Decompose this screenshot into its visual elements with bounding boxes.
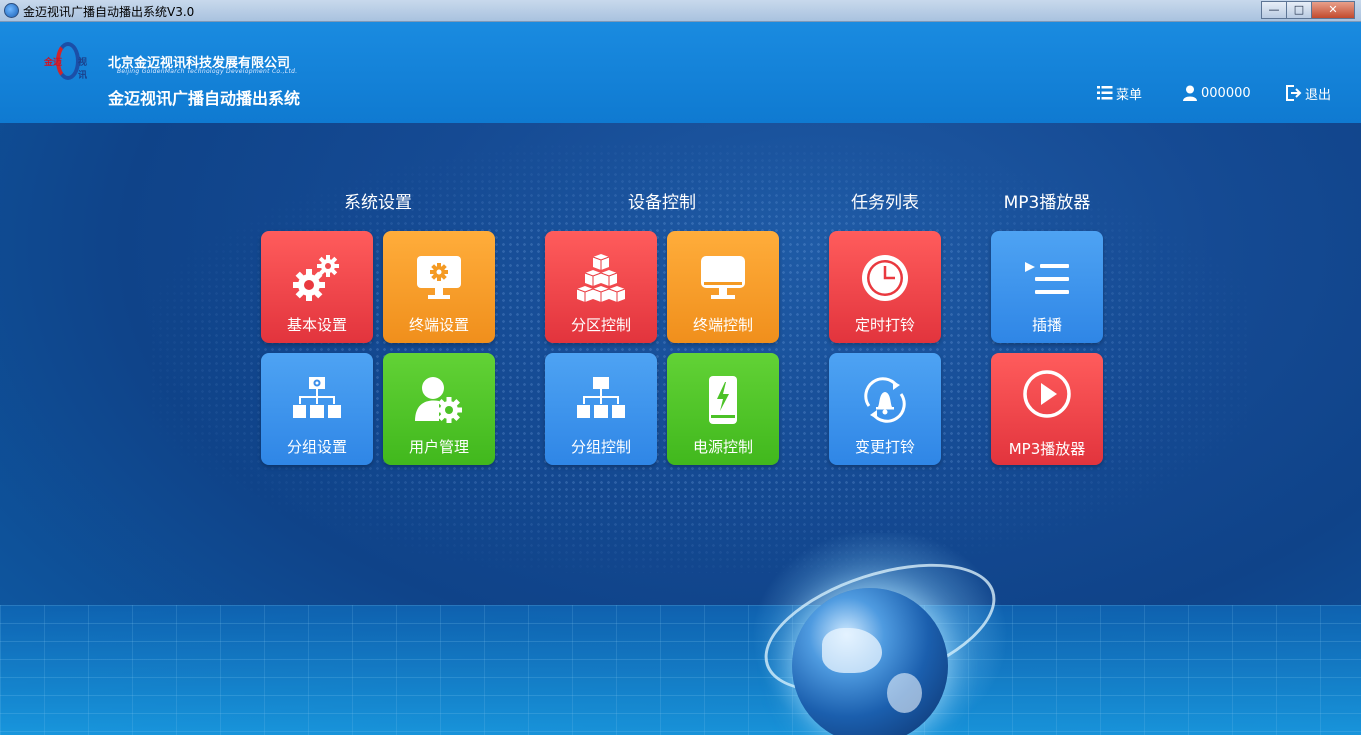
logo-text-left: 金迈 [44,58,63,68]
user-button[interactable]: 000000 [1182,84,1251,102]
tile-terminal-control[interactable]: 终端控制 [667,231,779,343]
globe-land [822,628,882,673]
maximize-button[interactable]: □ [1286,1,1312,19]
window-controls: — □ ✕ [1261,1,1355,19]
app-icon [4,3,19,18]
logout-label: 退出 [1305,87,1332,103]
tile-insert-play[interactable]: 插播 [991,231,1103,343]
playlist-icon [1025,262,1069,294]
app-title: 金迈视讯广播自动播出系统 [108,89,301,108]
tile-change-bell[interactable]: 变更打铃 [829,353,941,465]
main-area: 系统设置 设备控制 任务列表 MP3播放器 基本设置 终端设置 分组设置 用户管… [0,123,1361,735]
user-label: 000000 [1201,85,1251,101]
section-title-mp3-player: MP3播放器 [1003,193,1091,213]
tile-label: 基本设置 [286,316,347,334]
bell-refresh-icon [864,377,906,423]
tile-label: 变更打铃 [854,438,915,456]
clock-icon [862,255,908,301]
logo-text-right: 视讯 [78,58,88,81]
org-chart-icon [577,377,625,418]
globe-land [887,673,922,713]
window-title-bar: 金迈视讯广播自动播出系统V3.0 — □ ✕ [0,0,1361,22]
tile-label: 分组设置 [286,438,347,456]
tile-label: 插播 [1031,316,1062,334]
section-title-system-settings: 系统设置 [344,193,412,213]
minimize-button[interactable]: — [1261,1,1287,19]
play-circle-icon [1023,370,1071,418]
user-icon [1183,85,1197,101]
tile-label: 用户管理 [408,438,469,456]
power-battery-icon [709,376,737,424]
tile-zone-control[interactable]: 分区控制 [545,231,657,343]
logout-button[interactable]: 退出 [1285,84,1332,103]
tile-group-control[interactable]: 分组控制 [545,353,657,465]
tile-label: 电源控制 [692,438,753,456]
user-gear-icon [415,377,462,423]
tile-power-control[interactable]: 电源控制 [667,353,779,465]
menu-button[interactable]: 菜单 [1097,84,1143,103]
tile-label: 定时打铃 [854,316,915,334]
menu-label: 菜单 [1116,87,1143,103]
globe-image [792,588,948,735]
company-name-en: Beijing GoldenMarch Technology Developme… [117,68,298,75]
tile-label: 分组控制 [570,438,631,456]
tile-label: 分区控制 [570,316,631,334]
boxes-icon [576,254,626,302]
tile-scheduled-bell[interactable]: 定时打铃 [829,231,941,343]
tile-mp3-player[interactable]: MP3播放器 [991,353,1103,465]
org-chart-gear-icon [293,377,341,418]
grid-floor-background [0,605,1361,735]
tile-terminal-settings[interactable]: 终端设置 [383,231,495,343]
monitor-icon [701,256,745,299]
section-title-device-control: 设备控制 [628,193,696,213]
monitor-gear-icon [417,256,461,299]
tile-label: 终端设置 [408,316,469,334]
tile-label: 终端控制 [692,316,753,334]
section-title-task-list: 任务列表 [851,193,919,213]
tile-group-settings[interactable]: 分组设置 [261,353,373,465]
tile-basic-settings[interactable]: 基本设置 [261,231,373,343]
window-title: 金迈视讯广播自动播出系统V3.0 [23,5,195,19]
company-logo: 金迈 视讯 [44,42,90,81]
tile-label: MP3播放器 [1008,440,1086,458]
gears-icon [293,255,339,301]
close-button[interactable]: ✕ [1311,1,1355,19]
logout-icon [1286,85,1302,101]
menu-list-icon [1097,86,1113,100]
tile-user-management[interactable]: 用户管理 [383,353,495,465]
app-header: 金迈 视讯 北京金迈视讯科技发展有限公司 Beijing GoldenMarch… [0,22,1361,123]
